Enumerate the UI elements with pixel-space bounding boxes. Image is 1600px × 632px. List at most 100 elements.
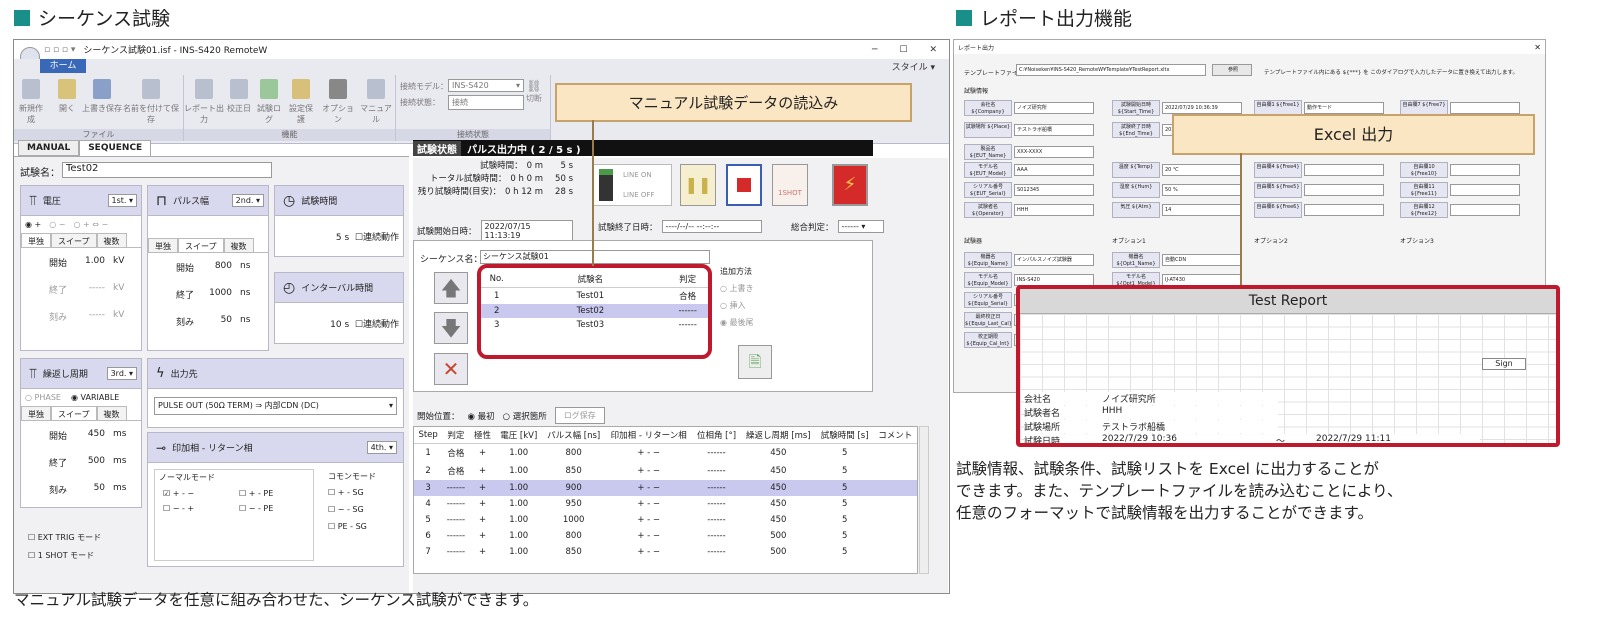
template-path-input[interactable]: C:¥Noiseken¥INS-S420_RemoteW¥Template¥Te… [1016, 64, 1206, 76]
sequence-name-input[interactable]: シーケンス試験01 [480, 250, 710, 264]
move-down-button[interactable]: 🡇 [434, 312, 468, 344]
field-input[interactable]: テストラボ船橋 [1014, 124, 1094, 136]
tab-manual[interactable]: MANUAL [18, 140, 80, 156]
new-button[interactable]: 新規作成 [16, 79, 46, 125]
close-icon[interactable]: ✕ [929, 45, 937, 55]
maximize-icon[interactable]: ☐ [899, 45, 907, 55]
field-input[interactable]: 自動CDN [1162, 254, 1242, 266]
column-header[interactable]: パルス幅 [ns] [542, 427, 606, 444]
field-input[interactable]: XXX-XXXX [1014, 146, 1094, 158]
field-input[interactable] [1304, 164, 1384, 176]
minimize-icon[interactable]: ─ [872, 45, 877, 55]
field-input[interactable]: ノイズ研究所 [1014, 102, 1094, 114]
add-last-radio[interactable]: ◉ 最後尾 [720, 317, 754, 328]
column-header[interactable]: 印加相 - リターン相 [605, 427, 693, 444]
table-row[interactable]: 6 ------ +1.00 800 + - − ------ 500 5 [414, 528, 917, 544]
normal-check-3[interactable]: ☐ − - + [163, 504, 233, 513]
table-row[interactable]: 3 ------ +1.00 900 + - − ------ 450 5 [414, 480, 917, 496]
column-header[interactable]: 試験時間 [s] [815, 427, 874, 444]
column-header[interactable]: 位相角 [°] [692, 427, 741, 444]
column-header[interactable]: 極性 [469, 427, 496, 444]
add-button[interactable]: 🗎 [738, 345, 772, 379]
field-input[interactable]: 50 % [1162, 184, 1242, 196]
field-input[interactable] [1450, 184, 1520, 196]
one-shot-check[interactable]: ☐ 1 SHOT モード [28, 550, 94, 561]
normal-check-1[interactable]: ☑ + - − [163, 489, 233, 498]
tab-home[interactable]: ホーム [40, 59, 86, 73]
save-as-button[interactable]: 名前を付けて保存 [122, 79, 180, 125]
table-row[interactable]: 2 合格 +1.00 850 + - − ------ 450 5 [414, 462, 917, 480]
start-first-radio[interactable]: ◉ 最初 [468, 410, 495, 422]
test-name-input[interactable]: Test02 [62, 162, 272, 178]
field-input[interactable] [1304, 204, 1384, 216]
interval-continuous-check[interactable]: 連続動作 [363, 320, 399, 330]
table-cell: 5 [841, 531, 848, 541]
field-input[interactable]: AAA [1014, 164, 1094, 176]
settings-protect-button[interactable]: 設定保護 [286, 79, 316, 125]
table-row[interactable]: 4 ------ +1.00 950 + - − ------ 450 5 [414, 496, 917, 512]
disconnect-button[interactable]: ⛓ 切断 [526, 79, 542, 104]
repeat-radios[interactable]: ○ PHASE ◉ VARIABLE [21, 389, 141, 406]
move-up-button[interactable]: 🡅 [434, 272, 468, 304]
common-check-2[interactable]: ☐ − - SG [328, 505, 394, 514]
field-input[interactable]: S012345 [1014, 184, 1094, 196]
ext-trig-check[interactable]: ☐ EXT TRIG モード [28, 532, 101, 543]
line-switch[interactable]: LINE ON LINE OFF [592, 164, 672, 206]
output-select[interactable]: PULSE OUT (50Ω TERM) ⇒ 内部CDN (DC) ▾ [154, 397, 397, 415]
field-input[interactable]: HHH [1014, 204, 1094, 216]
column-header[interactable]: Step [414, 427, 443, 444]
calibration-date-button[interactable]: 校正日 [224, 79, 254, 114]
qat-icons[interactable]: ▫ ▫ ▫ ▾ [44, 45, 75, 55]
field-input[interactable] [1450, 164, 1520, 176]
common-check-3[interactable]: ☐ PE - SG [328, 522, 394, 531]
table-row[interactable]: 7 ------ +1.00 850 + - − ------ 500 5 [414, 544, 917, 560]
repeat-order-select[interactable]: 3rd. ▾ [106, 367, 137, 380]
common-check-1[interactable]: ☐ + - SG [328, 488, 394, 497]
save-button[interactable]: 上書き保存 [82, 79, 122, 114]
stop-button[interactable] [726, 164, 762, 206]
report-output-button[interactable]: レポート出力 [184, 79, 224, 125]
manual-button[interactable]: マニュアル [358, 79, 394, 125]
continuous-check[interactable]: 連続動作 [363, 233, 399, 243]
browse-button[interactable]: 参照 [1212, 64, 1252, 76]
close-icon[interactable]: ✕ [1534, 43, 1541, 52]
column-header[interactable]: 繰返し周期 [ms] [740, 427, 816, 444]
field-input[interactable] [1450, 204, 1520, 216]
table-row[interactable]: 5 ------ +1.00 1000 + - − ------ 450 5 [414, 512, 917, 528]
polarity-radios[interactable]: ◉ + ○ − ○ + ⇔ − [21, 216, 141, 233]
normal-check-2[interactable]: ☐ + - PE [239, 489, 309, 498]
start-datetime-field[interactable]: 2022/07/15 11:13:19 [480, 220, 573, 242]
field-input[interactable]: インパルスノイズ試験器 [1014, 254, 1094, 266]
column-header[interactable]: 電圧 [kV] [495, 427, 543, 444]
field-input[interactable] [1450, 102, 1520, 114]
log-save-button[interactable]: ログ保存 [554, 407, 605, 424]
report-field: 試験場所 ${Place} テストラボ船橋 [964, 122, 1094, 138]
option-button[interactable]: オプション [320, 79, 356, 125]
column-header[interactable]: 判定 [442, 427, 470, 444]
pulse-order-select[interactable]: 2nd. ▾ [231, 194, 264, 207]
judge-select[interactable]: ------ ▾ [837, 220, 884, 233]
start-selected-radio[interactable]: ○ 選択箇所 [503, 410, 547, 422]
field-input[interactable]: 2022/07/29 10:36:39 [1162, 102, 1242, 114]
open-button[interactable]: 開く [52, 79, 82, 114]
pause-button[interactable]: ❚❚ [680, 164, 716, 206]
style-menu[interactable]: スタイル ▾ [892, 60, 935, 73]
table-row[interactable]: 1 合格 +1.00 800 + - − ------ 450 5 [414, 444, 917, 463]
field-input[interactable]: 14 [1162, 204, 1242, 216]
oneshot-button[interactable]: 1SHOT [772, 164, 808, 206]
test-log-button[interactable]: 試験ログ [254, 79, 284, 125]
result-scrollbar[interactable] [919, 426, 929, 574]
add-overwrite-radio[interactable]: ○ 上書き [720, 283, 754, 294]
field-input[interactable]: 20 ℃ [1162, 164, 1242, 176]
add-insert-radio[interactable]: ○ 挿入 [720, 300, 754, 311]
end-datetime-field[interactable]: ----/--/-- --:--:-- [661, 220, 762, 233]
column-header[interactable]: コメント [873, 427, 917, 444]
delete-button[interactable]: ✕ [434, 353, 468, 385]
voltage-order-select[interactable]: 1st. ▾ [107, 194, 137, 207]
normal-check-4[interactable]: ☐ − - PE [239, 504, 309, 513]
field-input[interactable] [1304, 184, 1384, 196]
tab-sequence[interactable]: SEQUENCE [79, 140, 152, 156]
field-input[interactable]: 動作モード [1304, 102, 1384, 114]
model-select[interactable]: INS-S420 ▾ [448, 79, 524, 92]
phase-order-select[interactable]: 4th. ▾ [366, 441, 397, 454]
